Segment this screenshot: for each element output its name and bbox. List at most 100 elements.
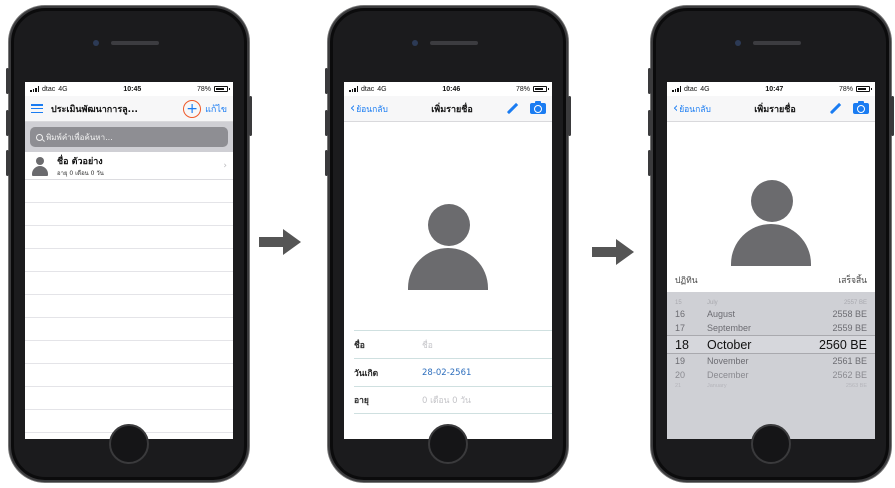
- picker-toolbar: ปฏิทิน เสร็จสิ้น: [667, 268, 875, 292]
- birthdate-input[interactable]: 28-02-2561: [422, 368, 471, 378]
- arrow-right-icon: [259, 229, 303, 255]
- status-bar: dtac 4G 10:47 78%: [667, 82, 875, 96]
- plus-icon: +: [186, 100, 198, 117]
- home-button[interactable]: [428, 424, 468, 464]
- picker-month: October: [707, 337, 752, 352]
- picker-month: July: [707, 299, 718, 306]
- empty-row: [25, 203, 233, 226]
- carrier: dtac: [42, 85, 56, 93]
- front-camera: [412, 40, 418, 46]
- signal-icon: [30, 86, 39, 92]
- picker-day: 19: [675, 356, 686, 366]
- back-chevron-icon: ‹: [350, 101, 356, 116]
- date-picker[interactable]: 15 July 2557 BE 16 August 2558 BE 17 Sep…: [667, 292, 875, 439]
- speaker: [753, 41, 801, 45]
- avatar-icon[interactable]: [731, 180, 811, 266]
- picker-year: 2559 BE: [832, 323, 867, 333]
- empty-row: [25, 387, 233, 410]
- avatar-icon[interactable]: [408, 204, 488, 290]
- name-field[interactable]: ชื่อ ชื่อ: [354, 330, 552, 358]
- status-bar: dtac 4G 10:45 78%: [25, 82, 233, 96]
- hamburger-icon[interactable]: [31, 104, 43, 113]
- nav-bar: ประเมินพัฒนาการลู... + แก้ไข: [25, 96, 233, 122]
- empty-row: [25, 180, 233, 203]
- picker-day: 16: [675, 309, 686, 319]
- page-title: เพิ่มรายชื่อ: [431, 104, 473, 115]
- field-label: อายุ: [354, 396, 369, 406]
- phone-3: dtac 4G 10:47 78% ‹ ย้อนกลับ เพิ่มรายชื่…: [648, 6, 894, 482]
- picker-day: 21: [675, 383, 682, 389]
- picker-row[interactable]: 21 January 2563 BE: [667, 382, 875, 390]
- page-title: เพิ่มรายชื่อ: [754, 104, 796, 115]
- picker-month: September: [707, 323, 752, 333]
- contact-age: อายุ 0 เดือน 0 วัน: [57, 169, 104, 177]
- picker-row[interactable]: 15 July 2557 BE: [667, 298, 875, 307]
- home-button[interactable]: [109, 424, 149, 464]
- back-label: ย้อนกลับ: [679, 104, 711, 115]
- arrow-right-icon: [592, 239, 636, 265]
- cancel-button[interactable]: ปฏิทิน: [675, 273, 698, 287]
- picker-row[interactable]: 19 November 2561 BE: [667, 354, 875, 368]
- signal-icon: [672, 86, 681, 92]
- battery-icon: [533, 86, 549, 92]
- search-icon: [36, 133, 43, 141]
- network: 4G: [58, 85, 68, 93]
- picker-row[interactable]: 17 September 2559 BE: [667, 321, 875, 335]
- age-value: 0 เดือน 0 วัน: [422, 396, 471, 406]
- back-label: ย้อนกลับ: [356, 104, 388, 115]
- screen-list: dtac 4G 10:45 78% ประเมินพัฒนาการลู... +…: [25, 82, 233, 439]
- contact-name: ชื่อ ตัวอย่าง: [57, 156, 103, 167]
- nav-bar: ‹ ย้อนกลับ เพิ่มรายชื่อ: [344, 96, 552, 122]
- screen-add-contact: dtac 4G 10:46 78% ‹ ย้อนกลับ เพิ่มรายชื่…: [344, 82, 552, 439]
- pencil-icon[interactable]: [829, 103, 841, 115]
- phone-1: dtac 4G 10:45 78% ประเมินพัฒนาการลู... +…: [6, 6, 252, 482]
- empty-row: [25, 318, 233, 341]
- name-input[interactable]: ชื่อ: [422, 338, 433, 352]
- clock: 10:47: [765, 85, 784, 93]
- battery-percent: 78%: [838, 85, 853, 93]
- front-camera: [735, 40, 741, 46]
- picker-selected-row[interactable]: 18 October 2560 BE: [667, 335, 875, 354]
- pencil-icon[interactable]: [506, 103, 518, 115]
- search-input[interactable]: พิมพ์คำเพื่อค้นหา...: [30, 127, 228, 147]
- list-item[interactable]: ชื่อ ตัวอย่าง อายุ 0 เดือน 0 วัน ›: [25, 152, 233, 180]
- back-chevron-icon: ‹: [673, 101, 679, 116]
- carrier: dtac: [361, 85, 375, 93]
- picker-day: 20: [675, 370, 686, 380]
- home-button[interactable]: [751, 424, 791, 464]
- edit-button[interactable]: แก้ไข: [205, 102, 227, 116]
- camera-icon[interactable]: [853, 101, 869, 114]
- network: 4G: [377, 85, 387, 93]
- empty-row: [25, 364, 233, 387]
- add-button[interactable]: +: [183, 99, 202, 118]
- field-label: วันเกิด: [354, 368, 379, 379]
- picker-day: 18: [675, 337, 689, 352]
- back-button[interactable]: ‹ ย้อนกลับ: [673, 102, 733, 116]
- picker-row[interactable]: 16 August 2558 BE: [667, 307, 875, 321]
- clock: 10:45: [123, 85, 142, 93]
- empty-row: [25, 295, 233, 318]
- battery-percent: 78%: [196, 85, 211, 93]
- chevron-right-icon: ›: [223, 160, 227, 171]
- birthdate-field[interactable]: วันเกิด 28-02-2561: [354, 358, 552, 386]
- back-button[interactable]: ‹ ย้อนกลับ: [350, 102, 410, 116]
- battery-icon: [856, 86, 872, 92]
- signal-icon: [349, 86, 358, 92]
- battery-icon: [214, 86, 230, 92]
- front-camera: [93, 40, 99, 46]
- field-label: ชื่อ: [354, 340, 365, 351]
- phone-2: dtac 4G 10:46 78% ‹ ย้อนกลับ เพิ่มรายชื่…: [325, 6, 571, 482]
- network: 4G: [700, 85, 710, 93]
- search-bar: พิมพ์คำเพื่อค้นหา...: [25, 122, 233, 152]
- picker-month: December: [707, 370, 749, 380]
- picker-year: 2557 BE: [843, 299, 867, 306]
- speaker: [430, 41, 478, 45]
- camera-icon[interactable]: [530, 101, 546, 114]
- picker-year: 2562 BE: [832, 370, 867, 380]
- picker-month: November: [707, 356, 749, 366]
- done-button[interactable]: เสร็จสิ้น: [838, 273, 867, 287]
- picker-row[interactable]: 20 December 2562 BE: [667, 368, 875, 382]
- empty-row: [25, 272, 233, 295]
- contact-form: ชื่อ ชื่อ วันเกิด 28-02-2561 อายุ 0 เดือ…: [344, 330, 552, 414]
- clock: 10:46: [442, 85, 461, 93]
